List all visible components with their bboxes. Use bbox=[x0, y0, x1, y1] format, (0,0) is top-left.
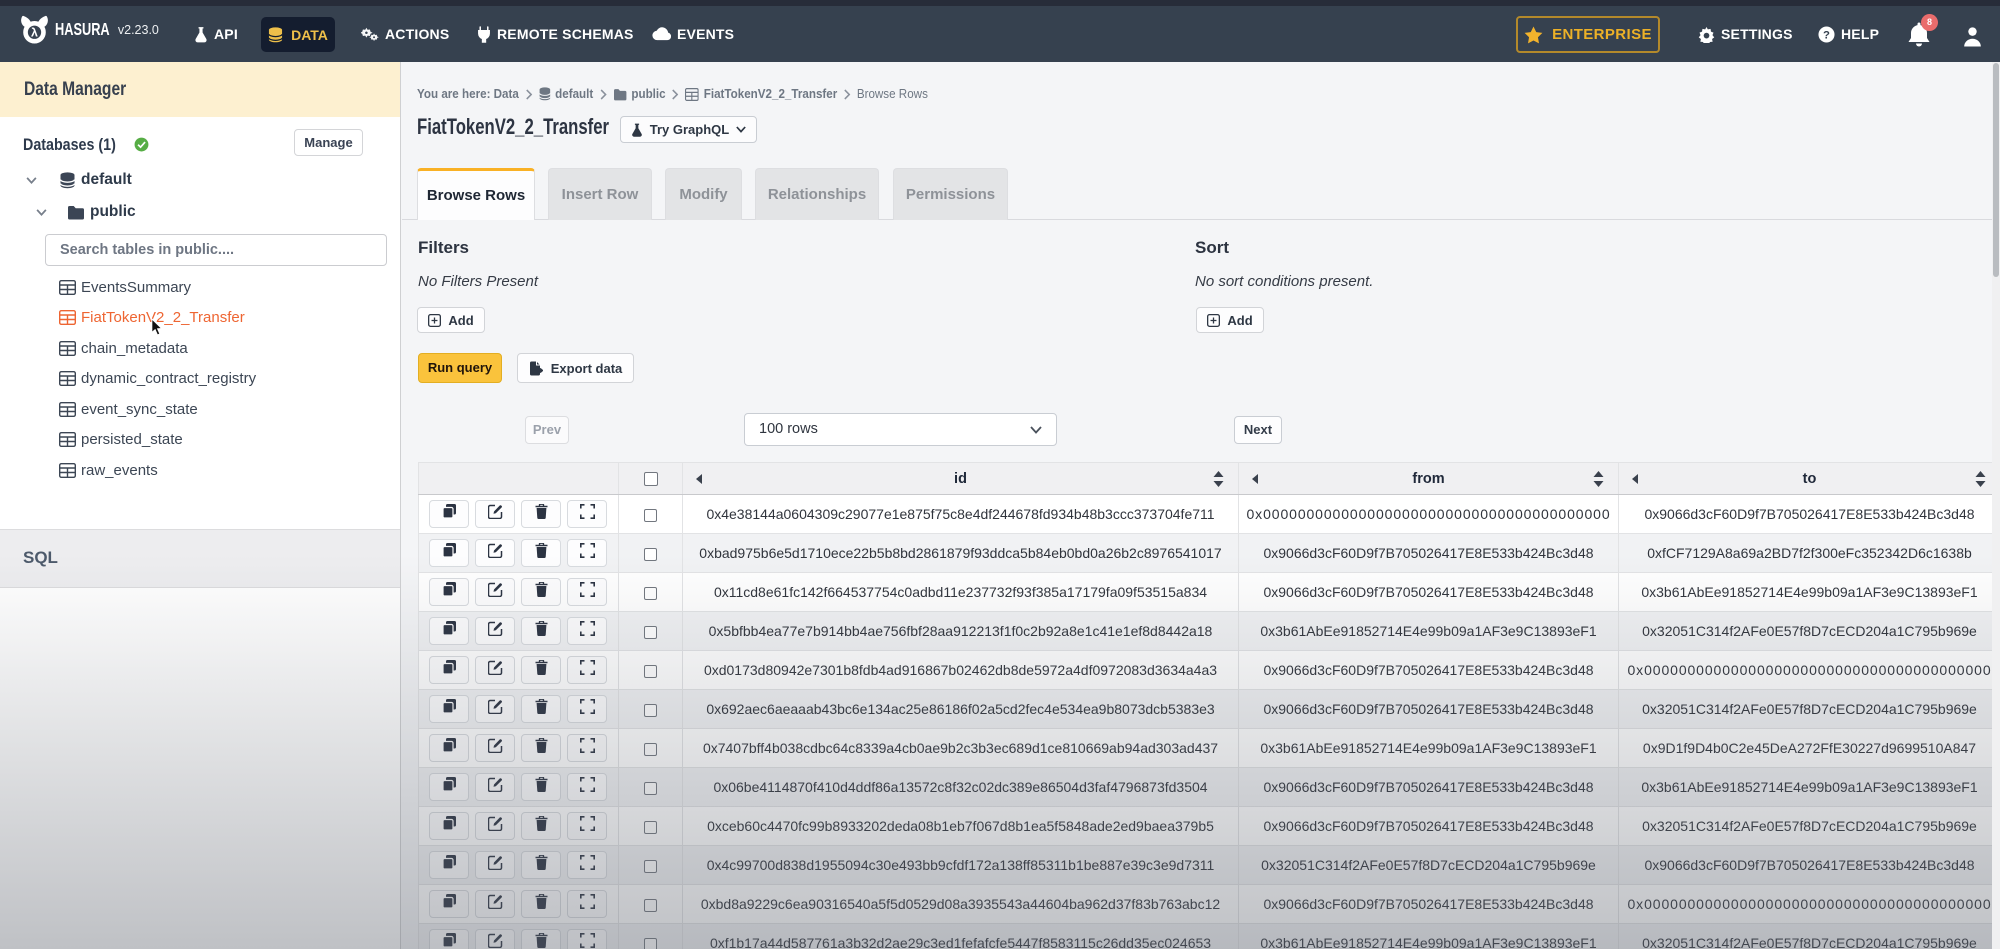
svg-text:?: ? bbox=[1823, 29, 1830, 41]
svg-text:λ: λ bbox=[31, 25, 38, 39]
